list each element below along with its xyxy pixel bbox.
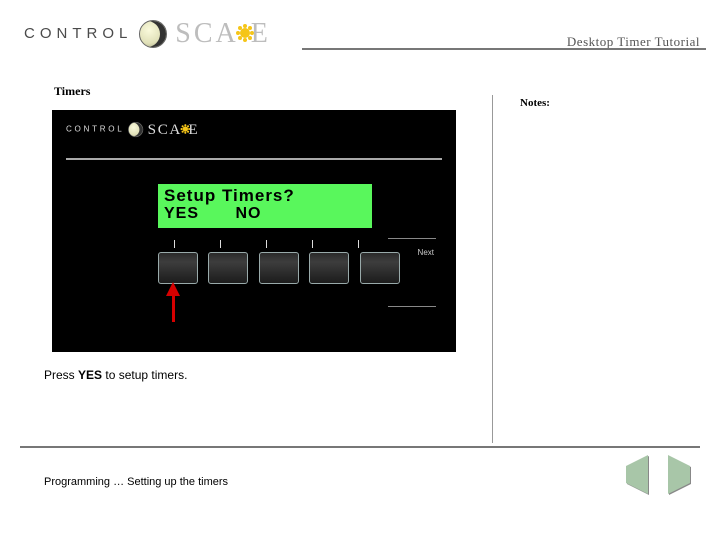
side-label-next: Next [418, 248, 434, 257]
hardware-button-3[interactable] [259, 252, 299, 284]
hardware-button-row [158, 252, 406, 284]
brand-text-control: CONTROL [24, 25, 132, 42]
triangle-left-icon [626, 455, 648, 494]
device-brand-text-control: CONTROL [66, 125, 125, 134]
lcd-option-no: NO [235, 205, 261, 223]
nav-next-button[interactable] [668, 466, 696, 490]
instruction-post: to setup timers. [102, 368, 187, 382]
vertical-divider [492, 95, 493, 443]
header-divider [302, 48, 706, 50]
device-brand-logo: CONTROL SCA E [66, 122, 199, 137]
device-divider [66, 158, 442, 160]
triangle-right-icon [668, 455, 690, 494]
button-ticks [158, 240, 428, 250]
clock-icon [128, 122, 143, 137]
clock-icon [139, 20, 167, 48]
notes-label: Notes: [520, 97, 550, 109]
hardware-button-4[interactable] [309, 252, 349, 284]
device-brand-text-e: E [188, 121, 199, 138]
sun-icon [240, 28, 250, 38]
hardware-button-5[interactable] [360, 252, 400, 284]
nav-prev-button[interactable] [626, 466, 654, 490]
footer-divider [20, 446, 700, 448]
sun-icon [182, 126, 187, 131]
side-divider-1 [388, 238, 436, 239]
device-brand-text-sca: SCA [148, 121, 182, 138]
lcd-option-yes: YES [164, 205, 214, 223]
side-divider-2 [388, 306, 436, 307]
nav-arrows [616, 466, 696, 490]
instruction-text: Press YES to setup timers. [44, 368, 187, 382]
footer-text: Programming … Setting up the timers [44, 476, 228, 488]
brand-text-sca: SCA [175, 18, 238, 49]
instruction-yes: YES [78, 368, 102, 382]
brand-logo: CONTROL SCA E [24, 20, 271, 48]
arrow-up-icon [172, 282, 180, 322]
hardware-button-2[interactable] [208, 252, 248, 284]
lcd-display: Setup Timers? YES NO [158, 184, 372, 228]
lcd-line1: Setup Timers? [164, 187, 366, 205]
instruction-pre: Press [44, 368, 78, 382]
device-screenshot: CONTROL SCA E Setup Timers? YES NO Next [52, 110, 456, 352]
hardware-button-1[interactable] [158, 252, 198, 284]
section-heading: Timers [54, 84, 90, 99]
brand-text-e: E [251, 18, 271, 49]
